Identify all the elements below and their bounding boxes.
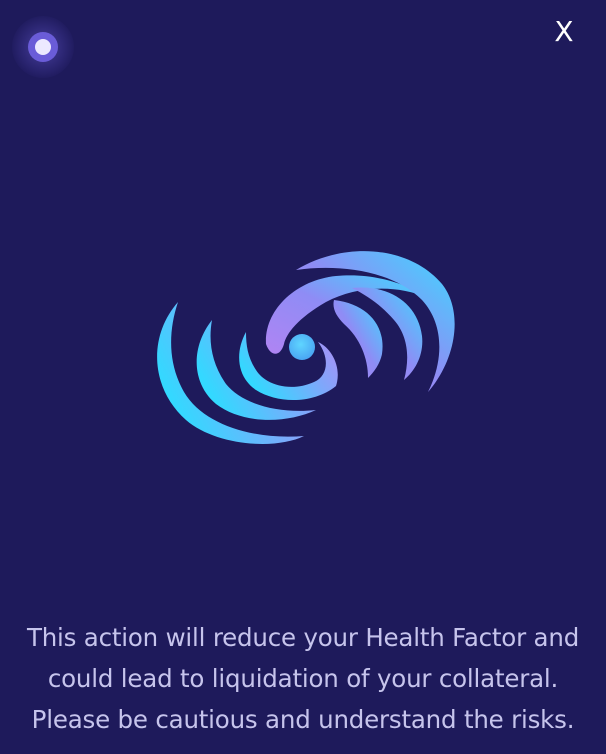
- status-dot-ring: [28, 32, 58, 62]
- swirl-upper-arms: [265, 251, 455, 392]
- swirl-lower-arms: [157, 302, 338, 444]
- close-button[interactable]: X: [546, 14, 582, 50]
- warning-line-2: could lead to liquidation of your collat…: [47, 664, 559, 693]
- swirl-core-icon: [289, 334, 315, 360]
- status-dot-icon: [12, 16, 74, 78]
- warning-line-3: Please be cautious and understand the ri…: [31, 705, 575, 734]
- warning-line-1: This action will reduce your Health Fact…: [26, 623, 580, 652]
- status-dot-core: [35, 39, 51, 55]
- swirl-logo-icon: [157, 251, 455, 444]
- warning-message: This action will reduce your Health Fact…: [0, 617, 606, 740]
- modal-screen: X This action will reduce your Health Fa…: [0, 0, 606, 754]
